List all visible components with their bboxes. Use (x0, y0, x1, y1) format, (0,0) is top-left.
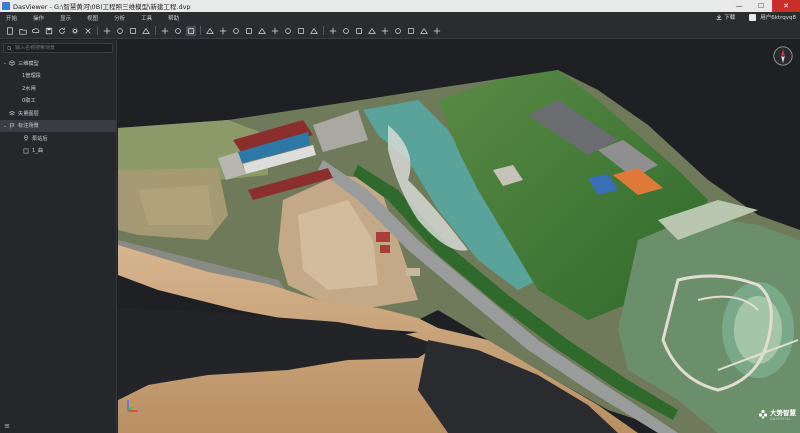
monitor-icon[interactable] (205, 26, 215, 36)
title-bar: DasViewer - G:\智慧黄河\0B)工程照三维模型\新建工程.dvp … (0, 0, 800, 12)
light-icon[interactable] (231, 26, 241, 36)
tree-item-label: 矢量图层 (18, 110, 39, 117)
flag-icon[interactable] (328, 26, 338, 36)
tree-item-model-2[interactable]: 2水闸 (0, 82, 116, 95)
tree-item-label: 1管理段 (22, 73, 41, 80)
tree-item-label: 1_曲 (32, 148, 44, 155)
tree-item-label: 2水闸 (22, 85, 36, 92)
save-icon[interactable] (44, 26, 54, 36)
globe-icon[interactable] (283, 26, 293, 36)
capture-icon[interactable] (432, 26, 442, 36)
toolbar-separator (97, 26, 98, 35)
select-icon[interactable] (115, 26, 125, 36)
menu-analysis[interactable]: 分析 (106, 14, 133, 22)
menu-help[interactable]: 帮助 (160, 14, 187, 22)
tree-item-3d-models[interactable]: ⌄ 三维模型 (0, 57, 116, 70)
toolbar-separator (200, 26, 201, 35)
menu-view[interactable]: 视图 (79, 14, 106, 22)
layer-icon[interactable] (244, 26, 254, 36)
grid-icon[interactable] (257, 26, 267, 36)
brand-watermark: 大势智慧 DASPATIAL (758, 407, 796, 421)
open-folder-icon[interactable] (18, 26, 28, 36)
image-icon[interactable] (341, 26, 351, 36)
3d-viewport[interactable]: 大势智慧 DASPATIAL (118, 40, 800, 433)
toolbar (0, 23, 800, 39)
search-icon (7, 45, 12, 51)
brand-logo-icon (758, 409, 768, 419)
download-label: 下载 (724, 15, 736, 21)
tree-item-annotation-scene[interactable]: ⌄ 标注场景 (0, 119, 116, 132)
video-icon[interactable] (309, 26, 319, 36)
menu-start[interactable]: 开始 (0, 14, 25, 22)
contrast-icon[interactable] (354, 26, 364, 36)
frame-icon (22, 147, 29, 154)
fill-icon[interactable] (419, 26, 429, 36)
tree-item-label: 0取工 (22, 98, 36, 105)
refresh-icon[interactable] (57, 26, 67, 36)
close-icon[interactable] (83, 26, 93, 36)
scene-tree-panel: ⌄ 三维模型 1管理段 2水闸 0取工 矢量图层 ⌄ 标注场景 泵站后 1_曲 … (0, 40, 117, 433)
tree-item-vector-layers[interactable]: 矢量图层 (0, 107, 116, 120)
maximize-button[interactable]: ☐ (750, 0, 772, 12)
toolbar-separator (155, 26, 156, 35)
tree-item-pin[interactable]: 泵站后 (0, 132, 116, 145)
panel-menu-icon[interactable]: ≡ (2, 421, 12, 431)
menu-operate[interactable]: 操作 (25, 14, 52, 22)
flag-icon (8, 122, 15, 129)
profile-icon[interactable] (393, 26, 403, 36)
cloud-upload-icon[interactable] (31, 26, 41, 36)
new-file-icon[interactable] (5, 26, 15, 36)
location-icon[interactable] (367, 26, 377, 36)
search-input[interactable] (15, 45, 105, 51)
minimize-button[interactable]: — (728, 0, 750, 12)
compass-icon[interactable] (772, 45, 794, 67)
zoom-region-icon[interactable] (128, 26, 138, 36)
height-icon[interactable] (218, 26, 228, 36)
tree-item-frame[interactable]: 1_曲 (0, 145, 116, 158)
menu-tools[interactable]: 工具 (133, 14, 160, 22)
brand-name: 大势智慧 (770, 409, 796, 417)
menu-display[interactable]: 显示 (52, 14, 79, 22)
tree-item-model-1[interactable]: 1管理段 (0, 70, 116, 83)
move-icon[interactable] (102, 26, 112, 36)
download-icon (716, 14, 722, 20)
toolbar-separator (323, 26, 324, 35)
search-box[interactable] (3, 43, 113, 53)
terrain-icon[interactable] (173, 26, 183, 36)
tree-item-label: 标注场景 (18, 123, 39, 130)
cube-icon (8, 60, 15, 67)
measure-icon[interactable] (141, 26, 151, 36)
vector-layer-icon (8, 110, 15, 117)
oblique-photo-model[interactable] (118, 40, 800, 433)
box-icon[interactable] (270, 26, 280, 36)
compare-icon[interactable] (380, 26, 390, 36)
tree-item-model-3[interactable]: 0取工 (0, 95, 116, 108)
window-title: DasViewer - G:\智慧黄河\0B)工程照三维模型\新建工程.dvp (13, 3, 191, 11)
user-avatar[interactable] (749, 13, 757, 21)
menu-bar: 开始 操作 显示 视图 分析 工具 帮助 下载 用户6ktrqvq8 (0, 12, 800, 23)
clip-icon[interactable] (296, 26, 306, 36)
tree-item-label: 三维模型 (18, 60, 39, 67)
cut-icon[interactable] (406, 26, 416, 36)
settings-icon[interactable] (70, 26, 80, 36)
app-logo-icon (2, 2, 10, 10)
user-name[interactable]: 用户6ktrqvq8 (760, 13, 796, 21)
brand-subtitle: DASPATIAL (770, 417, 792, 421)
model-icon[interactable] (160, 26, 170, 36)
tree-item-label: 泵站后 (32, 135, 48, 142)
download-button[interactable]: 下载 (716, 13, 735, 21)
close-window-button[interactable]: ✕ (772, 0, 800, 12)
point-cloud-icon[interactable] (186, 25, 196, 36)
axis-gizmo-icon (127, 400, 138, 412)
pin-icon (22, 135, 29, 142)
